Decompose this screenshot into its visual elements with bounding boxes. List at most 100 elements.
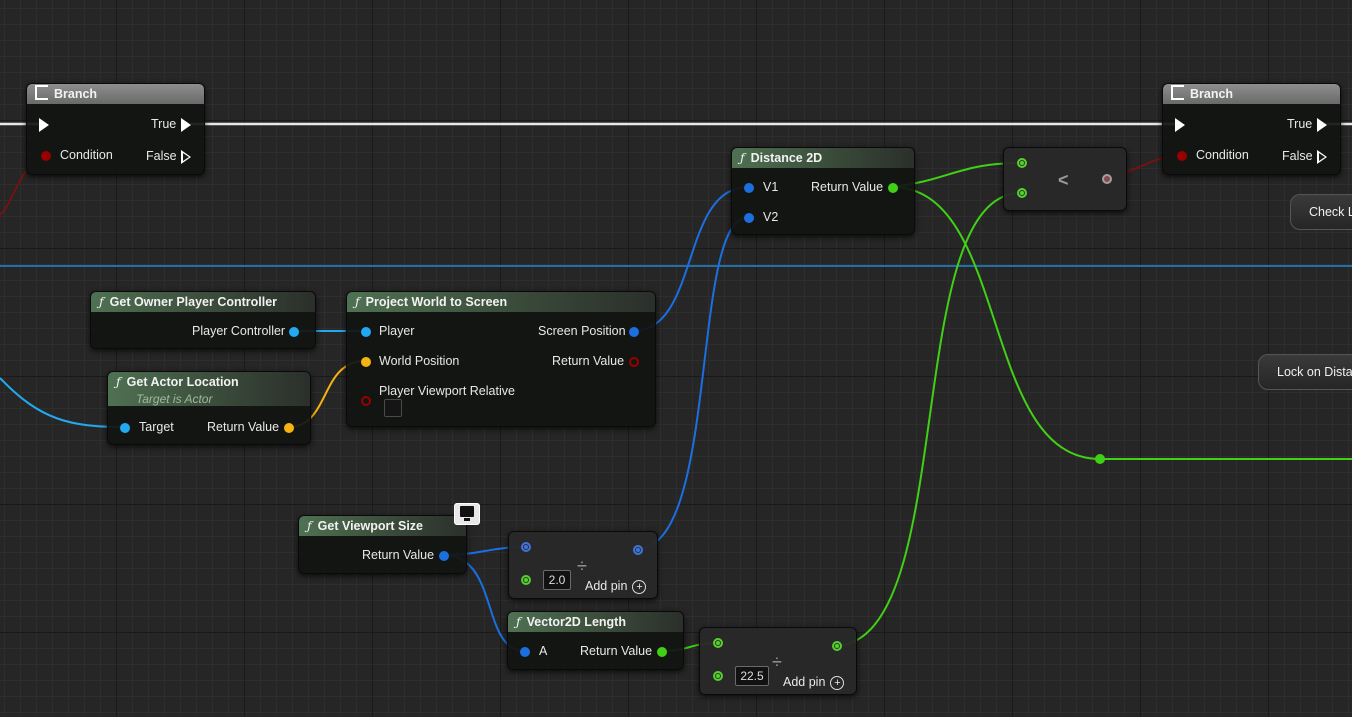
branch-node-left[interactable]: Branch True Condition False <box>26 83 205 175</box>
exec-in-pin[interactable] <box>39 118 49 132</box>
project-world-to-screen-header: ƒ Project World to Screen <box>347 292 655 312</box>
divide-operator: ÷ <box>772 652 782 672</box>
check-event-node[interactable]: Check L <box>1290 194 1352 230</box>
client-only-monitor-icon <box>454 503 480 525</box>
exec-in-pin[interactable] <box>1175 118 1185 132</box>
distance-2d-title: Distance 2D <box>750 151 823 165</box>
get-viewport-size-header: ƒ Get Viewport Size <box>299 516 466 536</box>
return-value-label: Return Value <box>552 354 625 368</box>
a-pin[interactable] <box>520 647 530 657</box>
function-icon: ƒ <box>740 150 745 165</box>
true-label: True <box>151 117 177 131</box>
add-icon: + <box>632 579 647 594</box>
branch-header: Branch <box>1163 84 1340 104</box>
condition-label: Condition <box>1196 148 1249 162</box>
divide-value-input[interactable]: 22.5 <box>735 666 769 686</box>
false-label: False <box>146 149 177 163</box>
v2-pin[interactable] <box>744 213 754 223</box>
function-icon: ƒ <box>355 294 360 309</box>
return-value-label: Return Value <box>811 180 884 194</box>
return-value-label: Return Value <box>207 420 280 434</box>
return-value-pin[interactable] <box>629 357 639 367</box>
return-value-pin[interactable] <box>657 647 667 657</box>
divide-value-input[interactable]: 2.0 <box>543 570 571 590</box>
branch-icon <box>35 85 48 100</box>
divide-a-pin[interactable] <box>521 542 531 552</box>
player-label: Player <box>379 324 415 338</box>
vector2d-length-header: ƒ Vector2D Length <box>508 612 683 632</box>
add-pin-button[interactable]: Add pin + <box>783 675 845 690</box>
distance-2d-node[interactable]: ƒ Distance 2D V1 Return Value V2 <box>731 147 915 235</box>
divide-b-pin[interactable] <box>521 575 531 585</box>
target-label: Target <box>139 420 174 434</box>
world-position-label: World Position <box>379 354 460 368</box>
exec-true-pin[interactable] <box>1317 118 1327 132</box>
reroute-knot <box>1095 454 1105 464</box>
compare-b-pin[interactable] <box>1017 188 1027 198</box>
divide-a-pin[interactable] <box>713 638 723 648</box>
condition-pin[interactable] <box>41 151 51 161</box>
add-icon: + <box>830 675 845 690</box>
function-icon: ƒ <box>99 294 104 309</box>
player-pin[interactable] <box>361 327 371 337</box>
player-viewport-relative-checkbox[interactable] <box>384 399 402 417</box>
divide-node-2[interactable]: ÷ 22.5 Add pin + <box>699 627 857 695</box>
get-actor-location-title: Get Actor Location <box>126 375 239 389</box>
screen-position-pin[interactable] <box>629 327 639 337</box>
add-pin-label: Add pin <box>585 579 628 593</box>
divide-node-1[interactable]: ÷ 2.0 Add pin + <box>508 531 658 599</box>
get-actor-location-subtitle: Target is Actor <box>136 392 213 406</box>
v1-pin[interactable] <box>744 183 754 193</box>
branch-title: Branch <box>1190 87 1234 101</box>
branch-node-right[interactable]: Branch True Condition False <box>1162 83 1341 175</box>
player-viewport-relative-label: Player Viewport Relative <box>379 384 515 398</box>
exec-false-pin[interactable] <box>1317 150 1327 164</box>
get-actor-location-node[interactable]: ƒ Get Actor Location Target is Actor Targ… <box>107 371 311 445</box>
exec-false-pin[interactable] <box>181 150 191 164</box>
v1-label: V1 <box>763 180 779 194</box>
get-owner-player-controller-title: Get Owner Player Controller <box>109 295 278 309</box>
lock-on-distance-event-node[interactable]: Lock on Dista <box>1258 354 1352 390</box>
return-value-pin[interactable] <box>284 423 294 433</box>
function-icon: ƒ <box>516 614 521 629</box>
condition-pin[interactable] <box>1177 151 1187 161</box>
less-than-operator: < <box>1058 170 1069 190</box>
target-pin[interactable] <box>120 423 130 433</box>
get-viewport-size-title: Get Viewport Size <box>317 519 423 533</box>
return-value-label: Return Value <box>362 548 435 562</box>
player-controller-pin[interactable] <box>289 327 299 337</box>
vector2d-length-title: Vector2D Length <box>526 615 626 629</box>
world-position-pin[interactable] <box>361 357 371 367</box>
player-controller-label: Player Controller <box>192 324 286 338</box>
return-value-pin[interactable] <box>888 183 898 193</box>
function-icon: ƒ <box>307 518 312 533</box>
add-pin-button[interactable]: Add pin + <box>585 579 647 594</box>
branch-icon <box>1171 85 1184 100</box>
function-icon: ƒ <box>116 374 121 389</box>
project-world-to-screen-title: Project World to Screen <box>365 295 508 309</box>
get-viewport-size-node[interactable]: ƒ Get Viewport Size Return Value <box>298 515 467 574</box>
player-viewport-relative-pin[interactable] <box>361 396 371 406</box>
condition-label: Condition <box>60 148 113 162</box>
return-value-pin[interactable] <box>439 551 449 561</box>
compare-a-pin[interactable] <box>1017 158 1027 168</box>
screen-position-label: Screen Position <box>538 324 626 338</box>
add-pin-label: Add pin <box>783 675 826 689</box>
divide-operator: ÷ <box>577 556 587 576</box>
true-label: True <box>1287 117 1313 131</box>
a-label: A <box>539 644 548 658</box>
divide-result-pin[interactable] <box>633 545 643 555</box>
compare-result-pin[interactable] <box>1102 174 1112 184</box>
vector2d-length-node[interactable]: ƒ Vector2D Length A Return Value <box>507 611 684 670</box>
get-owner-player-controller-node[interactable]: ƒ Get Owner Player Controller Player Cont… <box>90 291 316 349</box>
project-world-to-screen-node[interactable]: ƒ Project World to Screen Player Screen P… <box>346 291 656 427</box>
divide-b-pin[interactable] <box>713 671 723 681</box>
branch-title: Branch <box>54 87 98 101</box>
less-than-node[interactable]: < <box>1003 147 1127 211</box>
divide-result-pin[interactable] <box>832 641 842 651</box>
return-value-label: Return Value <box>580 644 653 658</box>
false-label: False <box>1282 149 1313 163</box>
exec-true-pin[interactable] <box>181 118 191 132</box>
get-owner-player-controller-header: ƒ Get Owner Player Controller <box>91 292 315 312</box>
v2-label: V2 <box>763 210 779 224</box>
